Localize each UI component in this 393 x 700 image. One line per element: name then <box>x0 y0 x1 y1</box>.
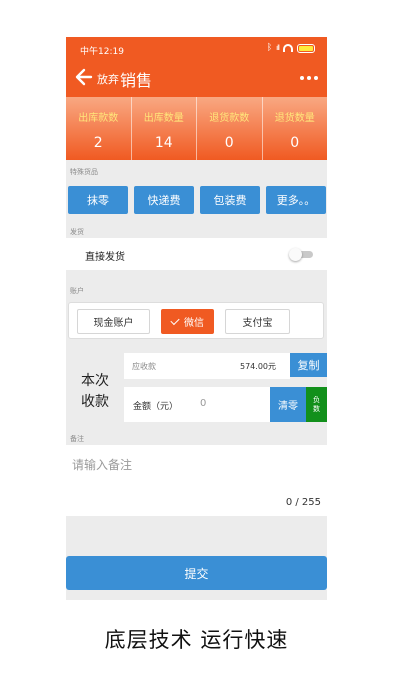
negative-button[interactable]: 负数 <box>306 387 327 422</box>
payment-side-label: 本次 收款 <box>80 371 110 413</box>
stat-out-styles: 出库款数 2 <box>66 97 131 160</box>
packaging-fee-button[interactable]: 包装费 <box>200 186 260 214</box>
remark-box: 0 / 255 <box>66 445 327 516</box>
back-arrow-icon[interactable] <box>74 67 94 87</box>
direct-ship-row: 直接发货 <box>66 238 327 270</box>
check-icon <box>170 315 180 325</box>
negative-label: 负数 <box>313 395 320 413</box>
remark-counter: 0 / 255 <box>285 497 321 508</box>
amount-input[interactable] <box>200 398 260 409</box>
clear-button[interactable]: 清零 <box>270 387 306 422</box>
more-vertical-icon[interactable] <box>297 70 321 86</box>
direct-ship-label: 直接发货 <box>85 252 125 263</box>
payment-side-line1: 本次 <box>81 373 109 389</box>
payment-side-line2: 收款 <box>81 394 109 410</box>
special-goods-buttons: 抹零 快递费 包装费 更多。。 <box>68 186 326 214</box>
submit-button[interactable]: 提交 <box>66 556 327 590</box>
stat-value: 0 <box>224 135 234 151</box>
alipay-option[interactable]: 支付宝 <box>225 309 290 334</box>
amount-label: 金额（元） <box>133 402 179 412</box>
more-button[interactable]: 更多。。 <box>266 186 326 214</box>
promo-caption: 底层技术 运行快速 <box>104 628 289 652</box>
stat-out-quantity: 出库数量 14 <box>130 97 197 160</box>
status-icons: ᛒ ıll <box>267 43 315 53</box>
stats-bar: 出库款数 2 出库数量 14 退货款数 0 退货数量 0 <box>66 97 327 160</box>
bluetooth-icon: ᛒ <box>266 43 273 53</box>
receivable-value: 574.00元 <box>240 362 276 371</box>
receivable-row: 应收款 574.00元 <box>124 353 290 379</box>
status-bar: 中午12:19 ᛒ ıll <box>66 37 327 61</box>
cash-account-option[interactable]: 现金账户 <box>77 309 150 334</box>
stat-label: 出库数量 <box>143 113 184 124</box>
stat-label: 退货款数 <box>209 113 250 124</box>
stat-return-quantity: 退货数量 0 <box>261 97 328 160</box>
special-goods-label: 特殊货品 <box>70 168 98 176</box>
phone-screen: 中午12:19 ᛒ ıll 放弃 销售 出库款数 2 出库数量 14 退货款数 … <box>66 37 327 600</box>
copy-button[interactable]: 复制 <box>290 353 327 377</box>
signal-icon: ıll <box>276 44 280 52</box>
stat-label: 出库款数 <box>78 113 119 124</box>
wifi-icon <box>283 44 293 52</box>
direct-ship-toggle[interactable] <box>289 248 313 261</box>
app-bar: 放弃 销售 <box>66 61 327 97</box>
stat-return-styles: 退货款数 0 <box>196 97 262 160</box>
receivable-label: 应收款 <box>132 362 156 371</box>
stat-value: 14 <box>154 135 173 151</box>
battery-icon <box>297 43 315 53</box>
wechat-option[interactable]: 微信 <box>161 309 214 334</box>
account-label: 账户 <box>70 287 84 295</box>
discard-button[interactable]: 放弃 <box>97 71 119 87</box>
stat-label: 退货数量 <box>274 113 315 124</box>
amount-row: 金额（元） <box>124 387 270 422</box>
status-time: 中午12:19 <box>80 47 124 57</box>
remark-label: 备注 <box>70 435 84 443</box>
account-selector: 现金账户 微信 支付宝 <box>68 302 324 339</box>
stat-value: 0 <box>290 135 300 151</box>
page-title: 销售 <box>120 71 153 90</box>
stat-value: 2 <box>93 135 103 151</box>
express-fee-button[interactable]: 快递费 <box>134 186 194 214</box>
wechat-option-label: 微信 <box>184 318 204 329</box>
round-off-button[interactable]: 抹零 <box>68 186 128 214</box>
shipping-label: 发货 <box>70 228 84 236</box>
remark-input[interactable] <box>72 455 312 475</box>
